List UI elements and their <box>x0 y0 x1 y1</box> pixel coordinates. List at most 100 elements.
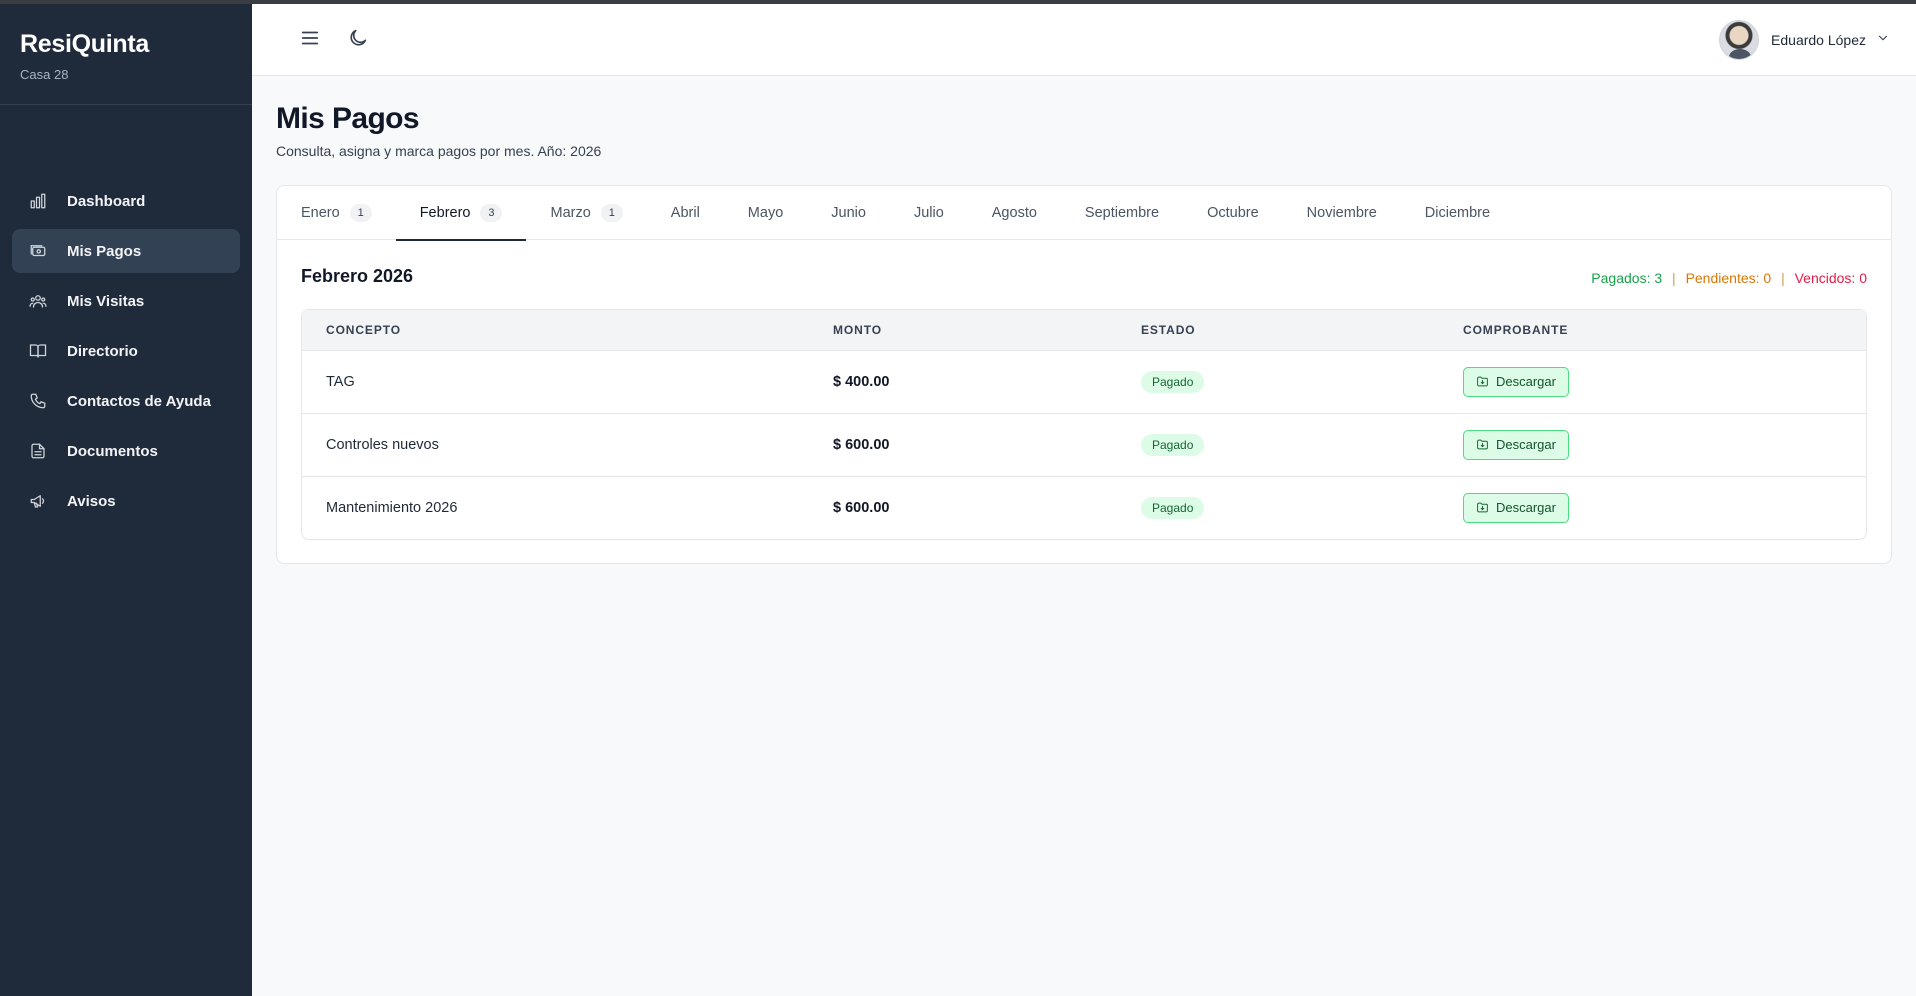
user-name: Eduardo López <box>1771 32 1866 48</box>
sidebar-item-label: Avisos <box>67 492 116 510</box>
page-title: Mis Pagos <box>276 102 420 135</box>
pending-count: Pendientes: 0 <box>1685 270 1772 286</box>
user-menu[interactable]: Eduardo López <box>1719 20 1890 60</box>
tab-agosto[interactable]: Agosto <box>968 186 1061 240</box>
sidebar: ResiQuinta Casa 28 Dashboard Mis Pagos M… <box>0 0 252 996</box>
receipt-cell: Descargar <box>1439 349 1866 413</box>
tab-junio[interactable]: Junio <box>807 186 890 240</box>
document-icon <box>28 441 48 461</box>
tab-label: Junio <box>831 205 866 221</box>
folder-download-icon <box>1477 376 1488 387</box>
megaphone-icon <box>28 491 48 511</box>
tab-label: Septiembre <box>1084 205 1160 221</box>
header-concepto: CONCEPTO <box>302 310 809 350</box>
tab-label: Marzo <box>550 205 591 221</box>
avatar <box>1719 20 1760 60</box>
sidebar-item-label: Mis Visitas <box>67 292 145 310</box>
book-icon <box>28 341 48 361</box>
phone-icon <box>28 391 48 411</box>
sidebar-item-label: Dashboard <box>67 192 146 210</box>
status-cell: Pagado <box>1117 412 1439 476</box>
tab-count-badge: 1 <box>600 204 623 222</box>
header-monto: MONTO <box>809 310 1117 350</box>
download-label: Descargar <box>1496 374 1556 389</box>
receipt-cell: Descargar <box>1439 412 1866 476</box>
tab-septiembre[interactable]: Septiembre <box>1061 186 1183 240</box>
download-label: Descargar <box>1496 500 1556 516</box>
status-cell: Pagado <box>1117 349 1439 413</box>
brand-subtitle: Casa 28 <box>20 67 69 82</box>
receipt-cell: Descargar <box>1439 475 1866 539</box>
tab-label: Octubre <box>1207 205 1259 221</box>
header-estado: ESTADO <box>1117 310 1439 350</box>
payments-table-wrapper: CONCEPTO MONTO ESTADO COMPROBANTE TAG $ … <box>301 309 1867 540</box>
sidebar-item-label: Documentos <box>67 442 158 460</box>
table-header-row: CONCEPTO MONTO ESTADO COMPROBANTE <box>302 310 1866 350</box>
menu-icon <box>299 27 321 54</box>
table-row: Controles nuevos $ 600.00 Pagado Descarg… <box>302 412 1866 476</box>
sidebar-item-label: Mis Pagos <box>67 242 142 260</box>
tab-octubre[interactable]: Octubre <box>1183 186 1283 240</box>
brand: ResiQuinta Casa 28 <box>0 0 252 105</box>
status-badge: Pagado <box>1141 370 1205 393</box>
tab-enero[interactable]: Enero 1 <box>277 186 396 240</box>
theme-toggle-button[interactable] <box>344 26 372 54</box>
amount-cell: $ 400.00 <box>809 349 1117 413</box>
tab-noviembre[interactable]: Noviembre <box>1283 186 1401 240</box>
summary-separator: | <box>1781 270 1785 286</box>
concept-cell: Mantenimiento 2026 <box>302 475 809 539</box>
sidebar-item-mis-visitas[interactable]: Mis Visitas <box>12 279 240 323</box>
download-button[interactable]: Descargar <box>1463 492 1569 523</box>
amount-cell: $ 600.00 <box>809 412 1117 476</box>
tab-label: Mayo <box>747 205 784 221</box>
concept-cell: TAG <box>302 349 809 413</box>
tab-febrero[interactable]: Febrero 3 <box>395 186 527 241</box>
sidebar-item-dashboard[interactable]: Dashboard <box>12 179 240 223</box>
tab-label: Febrero <box>419 205 471 221</box>
brand-title: ResiQuinta <box>20 30 149 58</box>
moon-icon <box>347 27 369 54</box>
menu-toggle-button[interactable] <box>296 26 324 54</box>
download-button[interactable]: Descargar <box>1463 366 1569 397</box>
sidebar-nav: Dashboard Mis Pagos Mis Visitas Director… <box>0 179 252 529</box>
payments-icon <box>28 241 48 261</box>
amount-cell: $ 600.00 <box>809 475 1117 539</box>
status-badge: Pagado <box>1141 496 1205 519</box>
page-subtitle: Consulta, asigna y marca pagos por mes. … <box>276 143 602 159</box>
tab-label: Julio <box>913 205 944 221</box>
tab-marzo[interactable]: Marzo 1 <box>526 186 646 240</box>
sidebar-item-label: Directorio <box>67 342 138 360</box>
header-comprobante: COMPROBANTE <box>1439 310 1866 350</box>
tab-count-badge: 1 <box>349 204 372 222</box>
tab-label: Abril <box>670 205 700 221</box>
folder-download-icon <box>1477 502 1488 513</box>
download-button[interactable]: Descargar <box>1463 429 1569 460</box>
sidebar-item-avisos[interactable]: Avisos <box>12 479 240 523</box>
tab-abril[interactable]: Abril <box>647 186 724 240</box>
tab-label: Noviembre <box>1306 205 1377 221</box>
payments-table: CONCEPTO MONTO ESTADO COMPROBANTE TAG $ … <box>302 310 1866 539</box>
download-label: Descargar <box>1496 437 1556 452</box>
sidebar-item-contactos[interactable]: Contactos de Ayuda <box>12 379 240 423</box>
tab-mayo[interactable]: Mayo <box>724 186 807 240</box>
summary-separator: | <box>1672 270 1676 286</box>
sidebar-item-mis-pagos[interactable]: Mis Pagos <box>12 229 240 273</box>
window-top-border <box>0 0 1916 4</box>
tab-julio[interactable]: Julio <box>890 186 968 240</box>
tab-label: Diciembre <box>1424 205 1491 221</box>
overdue-count: Vencidos: 0 <box>1794 270 1867 286</box>
month-heading: Febrero 2026 <box>301 266 414 286</box>
tab-diciembre[interactable]: Diciembre <box>1401 186 1514 240</box>
concept-cell: Controles nuevos <box>302 412 809 476</box>
tab-count-badge: 3 <box>480 204 503 222</box>
sidebar-item-documentos[interactable]: Documentos <box>12 429 240 473</box>
table-row: Mantenimiento 2026 $ 600.00 Pagado Desca… <box>302 475 1866 539</box>
sidebar-item-label: Contactos de Ayuda <box>67 392 211 410</box>
top-header: Eduardo López <box>252 4 1916 76</box>
sidebar-item-directorio[interactable]: Directorio <box>12 329 240 373</box>
table-row: TAG $ 400.00 Pagado Descargar <box>302 349 1866 413</box>
status-cell: Pagado <box>1117 475 1439 539</box>
users-icon <box>28 291 48 311</box>
payment-summary: Pagados: 3 | Pendientes: 0 | Vencidos: 0 <box>1591 270 1867 286</box>
chart-icon <box>28 191 48 211</box>
